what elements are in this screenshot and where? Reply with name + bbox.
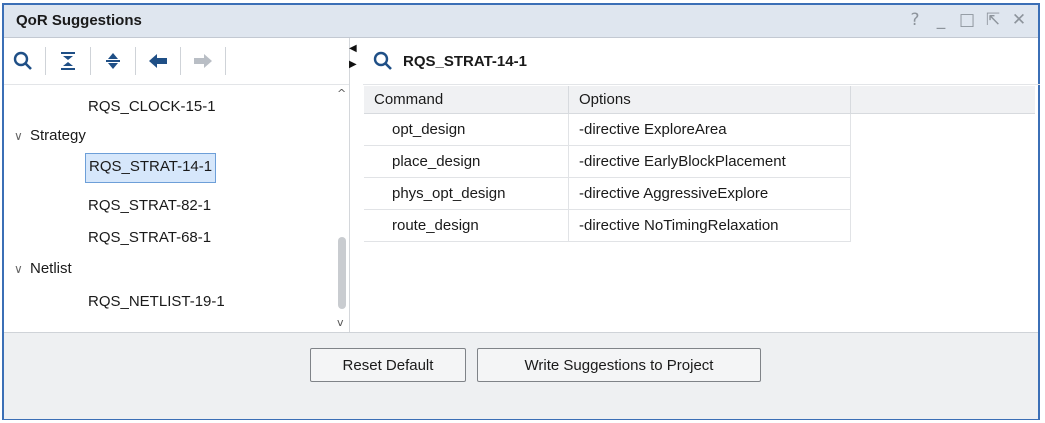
table-row[interactable]: route_design -directive NoTimingRelaxati… [364,209,1036,242]
qor-suggestions-window: QoR Suggestions ? _ □ ⇱ ✕ RQS_CLOCK-15-1… [2,3,1040,420]
scroll-up-icon[interactable]: ^ [337,87,346,100]
command-cell[interactable]: route_design [364,209,569,242]
tree-item-rqs-strat-82-1[interactable]: RQS_STRAT-82-1 [88,192,211,220]
tree-item-rqs-strat-14-1[interactable]: RQS_STRAT-14-1 [84,153,217,183]
forward-arrow-icon[interactable] [184,44,222,78]
toolbar-divider [45,47,46,75]
toolbar-divider [90,47,91,75]
column-header-options[interactable]: Options [568,86,851,114]
back-arrow-icon[interactable] [139,44,177,78]
tree-group-label: Strategy [30,127,86,144]
table-header-row: Command Options [364,86,1035,114]
tree-scrollbar[interactable]: ^ v [335,85,349,331]
collapse-left-arrow-icon[interactable]: ◀ [349,43,357,54]
table-row[interactable]: place_design -directive EarlyBlockPlacem… [364,145,1036,178]
suggestions-tree-panel: RQS_CLOCK-15-1 ∨ Strategy RQS_STRAT-14-1 … [4,38,350,332]
tree-item-rqs-netlist-19-1[interactable]: RQS_NETLIST-19-1 [88,288,225,316]
float-icon[interactable]: ⇱ [982,8,1004,32]
table-row[interactable]: phys_opt_design -directive AggressiveExp… [364,177,1036,210]
empty-cell [851,210,1036,242]
collapse-all-icon[interactable] [49,44,87,78]
scrollbar-thumb[interactable] [338,237,346,309]
command-cell[interactable]: opt_design [364,113,569,146]
options-cell[interactable]: -directive ExploreArea [568,113,851,146]
minimize-icon[interactable]: _ [930,8,952,32]
toolbar-divider [180,47,181,75]
tree-group-netlist[interactable]: ∨ Netlist [14,255,72,283]
empty-cell [851,178,1036,210]
toolbar-divider [135,47,136,75]
maximize-icon[interactable]: □ [956,8,978,32]
footer-button-bar: Reset Default Write Suggestions to Proje… [4,332,1038,419]
column-header-command[interactable]: Command [364,86,569,114]
tree-group-label: Netlist [30,260,72,277]
table-row[interactable]: opt_design -directive ExploreArea [364,113,1036,146]
chevron-down-icon[interactable]: ∨ [14,255,30,283]
tree-item-rqs-clock-15-1[interactable]: RQS_CLOCK-15-1 [88,93,216,121]
title-bar: QoR Suggestions ? _ □ ⇱ ✕ [4,5,1038,38]
suggestions-tree: RQS_CLOCK-15-1 ∨ Strategy RQS_STRAT-14-1 … [4,85,334,331]
tree-item-rqs-strat-68-1[interactable]: RQS_STRAT-68-1 [88,224,211,252]
reset-default-button[interactable]: Reset Default [310,348,466,382]
close-icon[interactable]: ✕ [1008,8,1030,32]
options-cell[interactable]: -directive NoTimingRelaxation [568,209,851,242]
help-icon[interactable]: ? [904,8,926,32]
command-cell[interactable]: phys_opt_design [364,177,569,210]
window-controls: ? _ □ ⇱ ✕ [904,8,1030,32]
search-icon[interactable] [4,44,42,78]
column-header-empty [850,86,1035,114]
tree-group-strategy[interactable]: ∨ Strategy [14,122,86,150]
detail-header: RQS_STRAT-14-1 [363,38,1040,85]
search-icon[interactable] [373,51,393,71]
expand-right-arrow-icon[interactable]: ▶ [349,59,357,70]
options-cell[interactable]: -directive EarlyBlockPlacement [568,145,851,178]
detail-title: RQS_STRAT-14-1 [403,52,527,70]
empty-cell [851,146,1036,178]
window-title: QoR Suggestions [16,12,142,29]
suggestion-detail-panel: RQS_STRAT-14-1 Command Options opt_desig… [363,38,1040,332]
expand-all-icon[interactable] [94,44,132,78]
command-cell[interactable]: place_design [364,145,569,178]
chevron-down-icon[interactable]: ∨ [14,122,30,150]
toolbar-divider [225,47,226,75]
empty-cell [851,114,1036,146]
write-suggestions-button[interactable]: Write Suggestions to Project [477,348,761,382]
options-cell[interactable]: -directive AggressiveExplore [568,177,851,210]
scroll-down-icon[interactable]: v [337,316,344,329]
command-table: Command Options opt_design -directive Ex… [364,86,1035,242]
tree-toolbar [4,38,349,85]
